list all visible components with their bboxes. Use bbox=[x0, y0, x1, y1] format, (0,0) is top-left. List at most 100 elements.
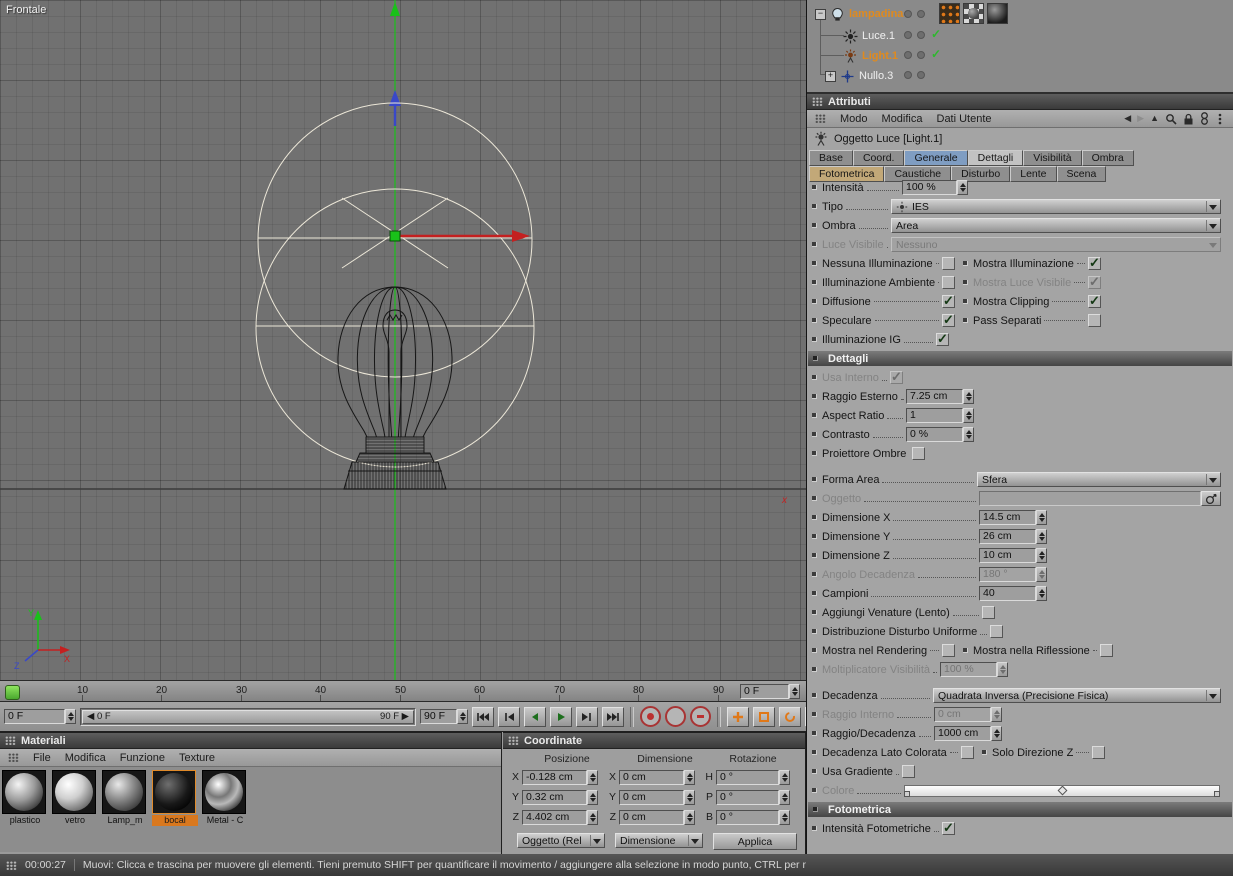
autokey-button[interactable] bbox=[665, 706, 686, 727]
tab-ombra[interactable]: Ombra bbox=[1082, 150, 1134, 166]
material-thumbnail[interactable] bbox=[202, 770, 246, 814]
tab-generale[interactable]: Generale bbox=[904, 150, 967, 166]
menu-texture[interactable]: Texture bbox=[179, 752, 215, 764]
material-item-vetro[interactable]: vetro bbox=[52, 770, 98, 849]
object-name[interactable]: Luce.1 bbox=[862, 30, 895, 42]
position-y-field[interactable]: 0.32 cm bbox=[522, 790, 598, 805]
attributes-titlebar[interactable]: Attributi bbox=[807, 94, 1233, 110]
stepper[interactable] bbox=[779, 770, 790, 785]
speculare-checkbox[interactable] bbox=[942, 314, 955, 327]
goto-start-button[interactable] bbox=[472, 707, 494, 727]
menu-grip-icon[interactable] bbox=[8, 753, 19, 762]
tab-base[interactable]: Base bbox=[809, 150, 853, 166]
editor-visibility-dot[interactable] bbox=[904, 71, 912, 79]
texture-tag-checker[interactable] bbox=[963, 3, 984, 24]
stepper[interactable] bbox=[1036, 586, 1047, 601]
lock-icon[interactable] bbox=[1183, 113, 1194, 125]
material-item-bocal[interactable]: bocal bbox=[152, 770, 198, 849]
material-item-lamp[interactable]: Lamp_m bbox=[102, 770, 148, 849]
menu-file[interactable]: File bbox=[33, 752, 51, 764]
enabled-check-icon[interactable]: ✓ bbox=[931, 27, 941, 41]
applica-button[interactable]: Applica bbox=[713, 833, 797, 850]
light-center-handle[interactable] bbox=[390, 231, 400, 241]
intensita-field[interactable]: 100 % bbox=[902, 180, 968, 195]
ies-light-object-icon[interactable] bbox=[843, 49, 858, 64]
current-frame-marker[interactable] bbox=[5, 685, 20, 700]
stepper[interactable] bbox=[587, 810, 598, 825]
stepper[interactable] bbox=[1036, 529, 1047, 544]
stepper[interactable] bbox=[587, 770, 598, 785]
material-name[interactable]: Metal - C bbox=[202, 815, 248, 826]
aspect-ratio-field[interactable]: 1 bbox=[906, 408, 974, 423]
frame-range-handle[interactable]: ◀ 0 F 90 F ▶ bbox=[82, 710, 414, 724]
position-x-field[interactable]: -0.128 cm bbox=[522, 770, 598, 785]
contrasto-field[interactable]: 0 % bbox=[906, 427, 974, 442]
menu-funzione[interactable]: Funzione bbox=[120, 752, 165, 764]
tab-dettagli[interactable]: Dettagli bbox=[968, 150, 1024, 166]
material-name[interactable]: vetro bbox=[52, 815, 98, 826]
expand-icon[interactable]: − bbox=[815, 9, 826, 20]
raggio-decadenza-field[interactable]: 1000 cm bbox=[934, 726, 1002, 741]
link-mode-icon[interactable] bbox=[1200, 112, 1209, 125]
stepper[interactable] bbox=[779, 790, 790, 805]
forma-area-dropdown[interactable]: Sfera bbox=[977, 472, 1221, 487]
keyframe-selection-button[interactable] bbox=[690, 706, 711, 727]
material-thumbnail[interactable] bbox=[102, 770, 146, 814]
panel-menu-icon[interactable] bbox=[1215, 113, 1225, 125]
statusbar-grip-icon[interactable] bbox=[6, 861, 17, 870]
light-object-icon[interactable] bbox=[843, 29, 858, 44]
intensita-fotometriche-checkbox[interactable] bbox=[942, 822, 955, 835]
coordinate-system-dropdown[interactable]: Oggetto (Rel bbox=[517, 833, 605, 848]
stepper[interactable] bbox=[587, 790, 598, 805]
render-visibility-dot[interactable] bbox=[917, 71, 925, 79]
z-axis-arrow[interactable] bbox=[389, 90, 401, 106]
record-position-toggle[interactable] bbox=[727, 707, 749, 727]
oggetto-picker-button[interactable] bbox=[1201, 491, 1221, 506]
diffusione-checkbox[interactable] bbox=[942, 295, 955, 308]
render-visibility-dot[interactable] bbox=[917, 31, 925, 39]
dimension-mode-dropdown[interactable]: Dimensione bbox=[615, 833, 703, 848]
stepper[interactable] bbox=[1036, 548, 1047, 563]
material-thumbnail[interactable] bbox=[52, 770, 96, 814]
render-visibility-dot[interactable] bbox=[917, 51, 925, 59]
material-thumbnail[interactable] bbox=[2, 770, 46, 814]
dimensione-y-field[interactable]: 26 cm bbox=[979, 529, 1047, 544]
object-name[interactable]: lampadina bbox=[849, 8, 903, 20]
stepper[interactable] bbox=[684, 790, 695, 805]
stepper[interactable] bbox=[957, 180, 968, 195]
end-frame-field[interactable]: 90 F bbox=[420, 709, 468, 724]
viewport-frontale[interactable]: x bbox=[0, 0, 806, 680]
position-z-field[interactable]: 4.402 cm bbox=[522, 810, 598, 825]
aggiungi-venature-checkbox[interactable] bbox=[982, 606, 995, 619]
dimension-x-field[interactable]: 0 cm bbox=[619, 770, 695, 785]
material-name[interactable]: plastico bbox=[2, 815, 48, 826]
coordinates-titlebar[interactable]: Coordinate bbox=[503, 733, 805, 749]
solo-direzione-z-checkbox[interactable] bbox=[1092, 746, 1105, 759]
panel-grip-icon[interactable] bbox=[508, 736, 519, 745]
dimensione-x-field[interactable]: 14.5 cm bbox=[979, 510, 1047, 525]
object-row-nullo3[interactable]: + Nullo.3 bbox=[825, 67, 893, 85]
current-frame-field[interactable]: 0 F bbox=[4, 709, 76, 724]
rotation-b-field[interactable]: 0 ° bbox=[716, 810, 790, 825]
stepper[interactable] bbox=[457, 709, 468, 724]
mostra-nella-riflessione-checkbox[interactable] bbox=[1100, 644, 1113, 657]
object-row-lampadina[interactable]: − lampadina bbox=[815, 5, 903, 23]
null-object-icon[interactable] bbox=[840, 69, 855, 84]
play-button[interactable] bbox=[550, 707, 572, 727]
tab-coord[interactable]: Coord. bbox=[853, 150, 905, 166]
enabled-check-icon[interactable]: ✓ bbox=[931, 47, 941, 61]
material-item-metal[interactable]: Metal - C bbox=[202, 770, 248, 849]
object-name[interactable]: Light.1 bbox=[862, 50, 898, 62]
dimensione-z-field[interactable]: 10 cm bbox=[979, 548, 1047, 563]
rotation-p-field[interactable]: 0 ° bbox=[716, 790, 790, 805]
menu-grip-icon[interactable] bbox=[815, 114, 826, 123]
texture-tag-sphere[interactable] bbox=[987, 3, 1008, 24]
menu-dati-utente[interactable]: Dati Utente bbox=[937, 113, 992, 125]
dimension-y-field[interactable]: 0 cm bbox=[619, 790, 695, 805]
mostra-illuminazione-checkbox[interactable] bbox=[1088, 257, 1101, 270]
lamp-object-icon[interactable] bbox=[830, 7, 845, 22]
search-icon[interactable] bbox=[1165, 113, 1177, 125]
x-axis-arrow[interactable] bbox=[512, 230, 530, 242]
panel-grip-icon[interactable] bbox=[812, 97, 823, 106]
stepper[interactable] bbox=[684, 810, 695, 825]
